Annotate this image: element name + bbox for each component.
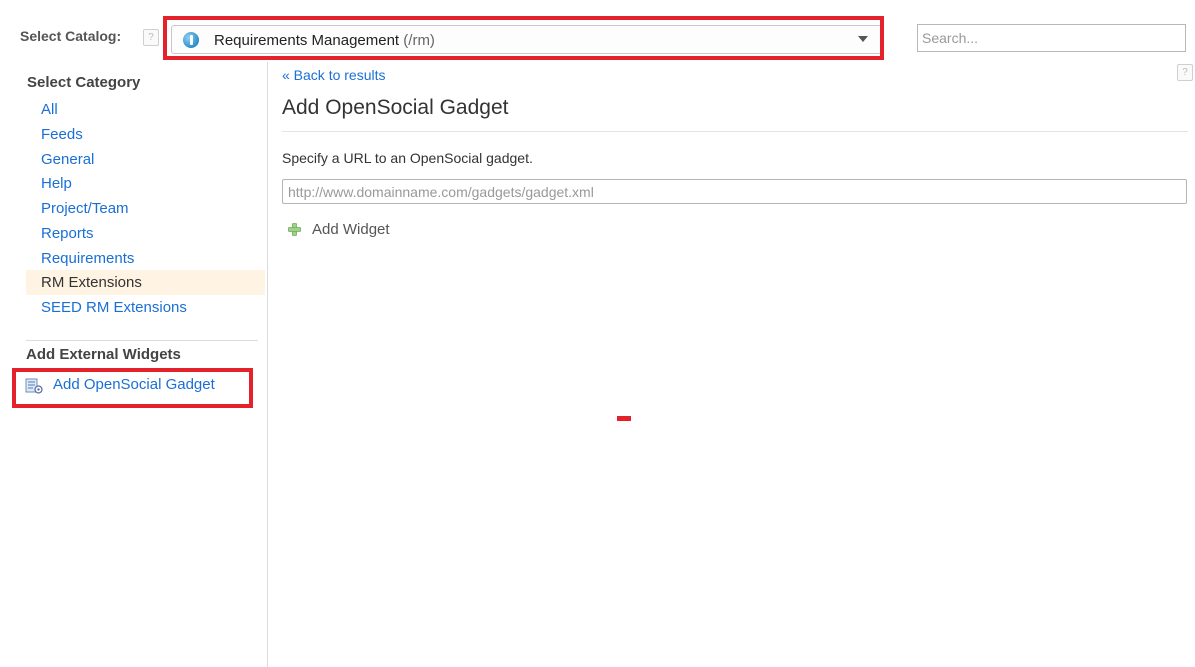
url-instructions: Specify a URL to an OpenSocial gadget. <box>282 150 533 166</box>
sidebar-item-requirements[interactable]: Requirements <box>26 246 265 271</box>
sidebar-item-all[interactable]: All <box>26 97 265 122</box>
plus-icon <box>288 223 301 236</box>
category-heading: Select Category <box>27 74 141 91</box>
external-widgets-heading: Add External Widgets <box>26 346 181 363</box>
title-divider <box>282 131 1188 132</box>
sidebar-item-seed-rm-extensions[interactable]: SEED RM Extensions <box>26 295 265 320</box>
help-icon[interactable]: ? <box>1177 64 1193 81</box>
sidebar-item-feeds[interactable]: Feeds <box>26 122 265 147</box>
sidebar-item-rm-extensions[interactable]: RM Extensions <box>26 270 265 295</box>
back-to-results-link[interactable]: « Back to results <box>282 67 386 83</box>
sidebar-divider <box>267 62 268 667</box>
add-widget-label: Add Widget <box>312 221 390 238</box>
catalog-highlight-box <box>163 16 884 60</box>
search-input[interactable] <box>917 24 1186 52</box>
page-title: Add OpenSocial Gadget <box>282 96 509 119</box>
sidebar-item-reports[interactable]: Reports <box>26 221 265 246</box>
gadget-link-highlight-box <box>12 368 253 408</box>
sidebar-item-project-team[interactable]: Project/Team <box>26 196 265 221</box>
red-marker <box>617 416 631 421</box>
gadget-url-input[interactable] <box>282 179 1187 204</box>
catalog-label: Select Catalog: <box>20 28 122 44</box>
external-divider <box>26 340 258 341</box>
sidebar-item-help[interactable]: Help <box>26 171 265 196</box>
catalog-help-icon[interactable]: ? <box>143 29 159 46</box>
sidebar-item-general[interactable]: General <box>26 147 265 172</box>
